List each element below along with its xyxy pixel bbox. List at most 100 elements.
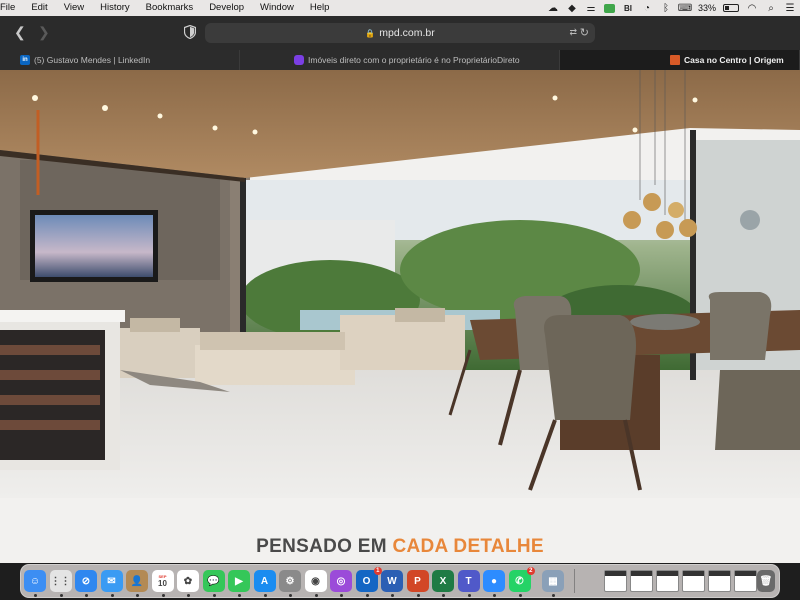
excel-icon[interactable]: X — [432, 570, 454, 592]
menu-history[interactable]: History — [92, 0, 138, 16]
photos-icon[interactable]: ✿ — [177, 570, 199, 592]
outlook-icon[interactable]: O1 — [355, 567, 382, 592]
status-area: ☁ ◆ ⚌ BI ◔ ᛒ ⌨ 33% ◠ ⌕ ☰ — [547, 0, 796, 16]
finder-icon[interactable]: ☺ — [24, 570, 46, 592]
wifi-icon[interactable]: ◠ — [746, 3, 758, 14]
house-icon — [670, 55, 680, 65]
dock-window-thumbnail[interactable] — [656, 570, 679, 592]
spotlight-icon[interactable]: ⌕ — [765, 3, 777, 14]
whatsapp-icon[interactable]: ✆ 2 — [508, 567, 535, 592]
running-indicator — [340, 594, 343, 597]
powerpoint-icon[interactable]: P — [406, 570, 429, 592]
chrome-icon[interactable]: ◉ — [304, 570, 327, 592]
dock: 🗑 ☺ ⋮⋮ ⊘ ✉ 👤 SEP 10 ✿ 💬 ▶ A ⚙ ◉ ◎ O 1 W P X T ● ✆ 2 ▦ — [20, 564, 780, 598]
forward-button[interactable]: ❯ — [38, 24, 50, 41]
dock-window-thumbnail[interactable] — [734, 570, 757, 592]
lock-icon: 🔒 — [365, 28, 376, 38]
messages-icon[interactable]: 💬 — [202, 570, 225, 592]
dropbox-icon[interactable]: ◆ — [566, 3, 578, 14]
dock-window-thumbnail[interactable] — [630, 570, 653, 592]
running-indicator — [314, 594, 318, 597]
creative-cloud-icon[interactable]: ☁ — [547, 3, 559, 14]
running-indicator — [442, 594, 445, 597]
bi-status-icon[interactable]: BI — [622, 3, 634, 13]
trash-icon[interactable]: 🗑 — [757, 570, 775, 592]
running-indicator — [161, 594, 165, 597]
browser-toolbar: ❮ ❯ 🔒 mpd.com.br ⇄ ↻ — [0, 16, 800, 50]
tab-label: Imóveis direto com o proprietário é no P… — [308, 55, 520, 65]
podcasts-icon[interactable]: ◎ — [330, 570, 352, 592]
reload-icon[interactable]: ↻ — [580, 26, 589, 39]
running-indicator — [416, 594, 420, 597]
tab-proprietariodireto[interactable]: Imóveis direto com o proprietário é no P… — [240, 50, 560, 70]
notification-badge: 2 — [527, 567, 535, 575]
running-indicator — [136, 594, 139, 597]
mail-icon[interactable]: ✉ — [100, 570, 123, 592]
app-status-icon[interactable] — [603, 3, 615, 13]
calendar-day: 10 — [158, 579, 167, 588]
running-indicator — [518, 594, 522, 597]
running-indicator — [187, 594, 190, 597]
battery-percent: 33% — [697, 3, 716, 13]
preview-icon[interactable]: ▦ — [542, 570, 564, 592]
menu-develop[interactable]: Develop — [201, 0, 252, 16]
heading-accent: CADA DETALHE — [392, 536, 544, 557]
privacy-shield-icon[interactable] — [184, 25, 196, 39]
running-indicator — [212, 594, 216, 597]
tab-linkedin[interactable]: in (5) Gustavo Mendes | LinkedIn — [0, 50, 240, 70]
tab-casa-no-centro[interactable]: Casa no Centro | Origem — [560, 50, 800, 70]
menu-help[interactable]: Help — [302, 0, 338, 16]
contacts-icon[interactable]: 👤 — [126, 570, 148, 592]
proprietariodireto-icon — [294, 55, 304, 65]
running-indicator — [365, 594, 369, 597]
running-indicator — [85, 594, 88, 597]
menu-bookmarks[interactable]: Bookmarks — [138, 0, 202, 16]
calendar-icon[interactable]: SEP 10 — [151, 570, 174, 592]
menu-edit[interactable]: Edit — [23, 0, 55, 16]
dock-window-thumbnail[interactable] — [682, 570, 705, 592]
address-bar[interactable]: 🔒 mpd.com.br ⇄ ↻ — [205, 23, 595, 43]
menu-window[interactable]: Window — [252, 0, 302, 16]
safari-icon[interactable]: ⊘ — [75, 570, 97, 592]
back-button[interactable]: ❮ — [14, 24, 26, 41]
battery-icon[interactable] — [723, 4, 739, 12]
section-heading: PENSADO EM CADA DETALHE — [0, 536, 800, 558]
menu-items: File Edit View History Bookmarks Develop Windo… — [0, 0, 337, 16]
running-indicator — [59, 594, 63, 597]
dock-window-thumbnail[interactable] — [604, 570, 627, 592]
bluetooth-icon[interactable]: ᛒ — [660, 3, 672, 14]
linkedin-icon: in — [20, 55, 30, 65]
running-indicator — [238, 594, 241, 597]
facetime-icon[interactable]: ▶ — [228, 570, 250, 592]
system-preferences-icon[interactable]: ⚙ — [279, 570, 301, 592]
battery-level — [725, 6, 729, 10]
tab-bar: in (5) Gustavo Mendes | LinkedIn Imóveis… — [0, 50, 800, 70]
control-center-toggle-icon[interactable]: ☰ — [784, 3, 796, 14]
app-store-icon[interactable]: A — [253, 570, 276, 592]
launchpad-icon[interactable]: ⋮⋮ — [49, 570, 72, 592]
control-center-icon[interactable]: ⚌ — [585, 3, 597, 14]
teams-icon[interactable]: T — [457, 570, 480, 592]
running-indicator — [263, 594, 267, 597]
airdrop-icon[interactable]: ◔ — [641, 3, 653, 14]
url-text: mpd.com.br — [379, 27, 435, 39]
translate-icon[interactable]: ⇄ — [569, 27, 577, 38]
running-indicator — [467, 594, 471, 597]
running-indicator — [110, 594, 114, 597]
word-icon[interactable]: W — [381, 570, 403, 592]
hero-image — [0, 70, 800, 498]
dock-window-thumbnail[interactable] — [708, 570, 731, 592]
running-indicator — [391, 594, 394, 597]
menu-file[interactable]: File — [0, 0, 23, 16]
zoom-icon[interactable]: ● — [483, 570, 505, 592]
menu-view[interactable]: View — [56, 0, 92, 16]
running-indicator — [289, 594, 292, 597]
tab-label: (5) Gustavo Mendes | LinkedIn — [34, 55, 151, 65]
heading-plain: PENSADO EM — [256, 536, 393, 557]
tab-label: Casa no Centro | Origem — [684, 55, 784, 65]
dock-separator — [574, 569, 575, 593]
running-indicator — [34, 594, 37, 597]
keyboard-icon[interactable]: ⌨ — [678, 3, 692, 14]
menu-bar: File Edit View History Bookmarks Develop Windo… — [0, 0, 800, 16]
running-indicator — [552, 594, 555, 597]
